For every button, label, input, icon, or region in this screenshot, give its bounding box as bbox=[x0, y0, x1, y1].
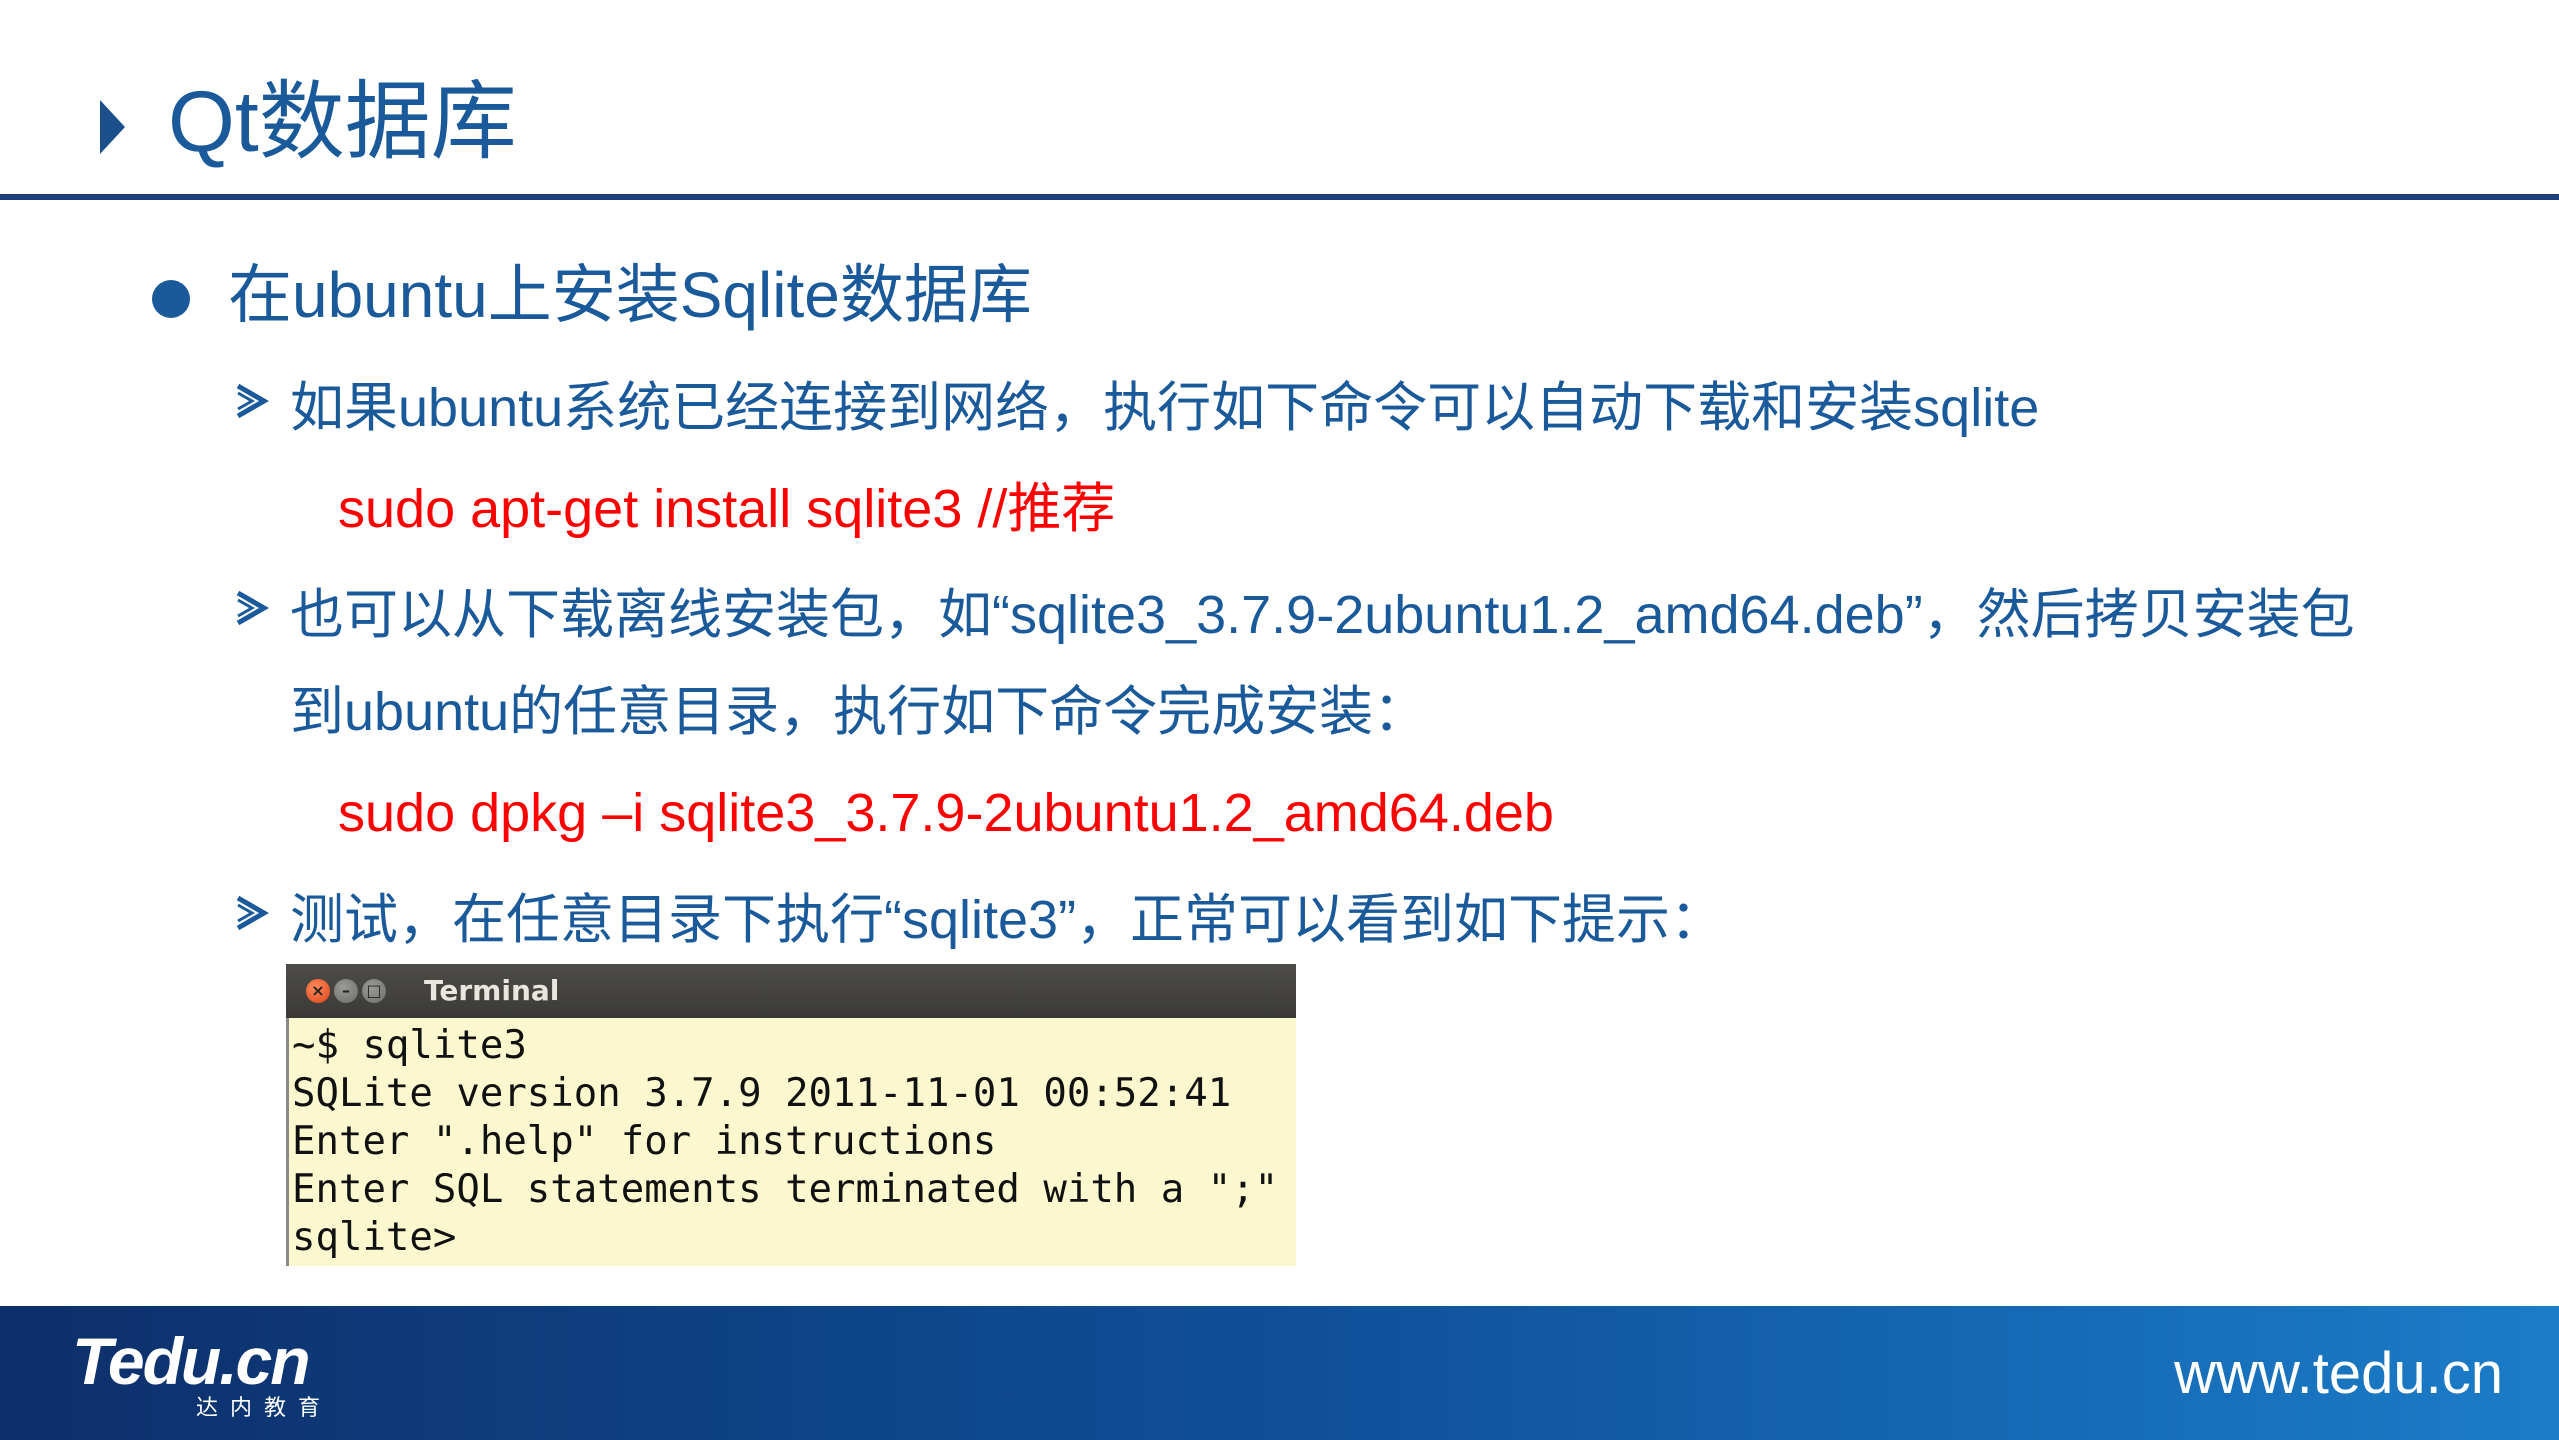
footer-bar: Tedu.cn 达内教育 www.tedu.cn bbox=[0, 1306, 2559, 1440]
tedu-logo: Tedu.cn bbox=[72, 1324, 311, 1398]
page-title: Qt数据库 bbox=[168, 74, 517, 170]
maximize-icon[interactable]: □ bbox=[362, 979, 386, 1003]
item-3-text: 测试，在任意目录下执行“sqlite3”，正常可以看到如下提示： bbox=[290, 890, 1725, 950]
terminal-titlebar: × – □ Terminal bbox=[286, 964, 1296, 1018]
item-2-text: 也可以从下载离线安装包，如“sqlite3_3.7.9-2ubuntu1.2_a… bbox=[290, 585, 2355, 645]
minimize-icon[interactable]: – bbox=[334, 979, 358, 1003]
arrow-bullet-icon bbox=[236, 590, 270, 626]
terminal-line: sqlite> bbox=[292, 1215, 457, 1260]
slide-content: 在ubuntu上安装Sqlite数据库 如果ubuntu系统已经连接到网络，执行… bbox=[0, 200, 2559, 1300]
arrow-bullet-icon bbox=[236, 383, 270, 419]
terminal-output: ~$ sqlite3 SQLite version 3.7.9 2011-11-… bbox=[292, 1022, 1278, 1262]
title-triangle-icon bbox=[100, 100, 125, 154]
item-2-text-continued: 到ubuntu的任意目录，执行如下命令完成安装： bbox=[290, 682, 1428, 742]
item-1-text: 如果ubuntu系统已经连接到网络，执行如下命令可以自动下载和安装sqlite bbox=[290, 378, 2040, 438]
slide-header: Qt数据库 bbox=[0, 0, 2559, 200]
terminal-line: Enter ".help" for instructions bbox=[292, 1119, 997, 1164]
website-url: www.tedu.cn bbox=[2174, 1341, 2503, 1406]
terminal-line: Enter SQL statements terminated with a "… bbox=[292, 1167, 1279, 1212]
terminal-title: Terminal bbox=[424, 974, 560, 1007]
terminal-left-edge bbox=[286, 1018, 289, 1266]
terminal-window-screenshot: × – □ Terminal ~$ sqlite3 SQLite version… bbox=[286, 964, 1296, 1266]
close-icon[interactable]: × bbox=[306, 979, 330, 1003]
terminal-line: SQLite version 3.7.9 2011-11-01 00:52:41 bbox=[292, 1071, 1232, 1116]
main-heading: 在ubuntu上安装Sqlite数据库 bbox=[228, 259, 1032, 331]
bullet-dot-icon bbox=[152, 280, 190, 318]
terminal-line: ~$ sqlite3 bbox=[292, 1023, 527, 1068]
logo-subtitle: 达内教育 bbox=[196, 1396, 333, 1421]
item-2-command: sudo dpkg –i sqlite3_3.7.9-2ubuntu1.2_am… bbox=[338, 783, 1554, 843]
item-1-command: sudo apt-get install sqlite3 //推荐 bbox=[338, 479, 1116, 539]
arrow-bullet-icon bbox=[236, 895, 270, 931]
